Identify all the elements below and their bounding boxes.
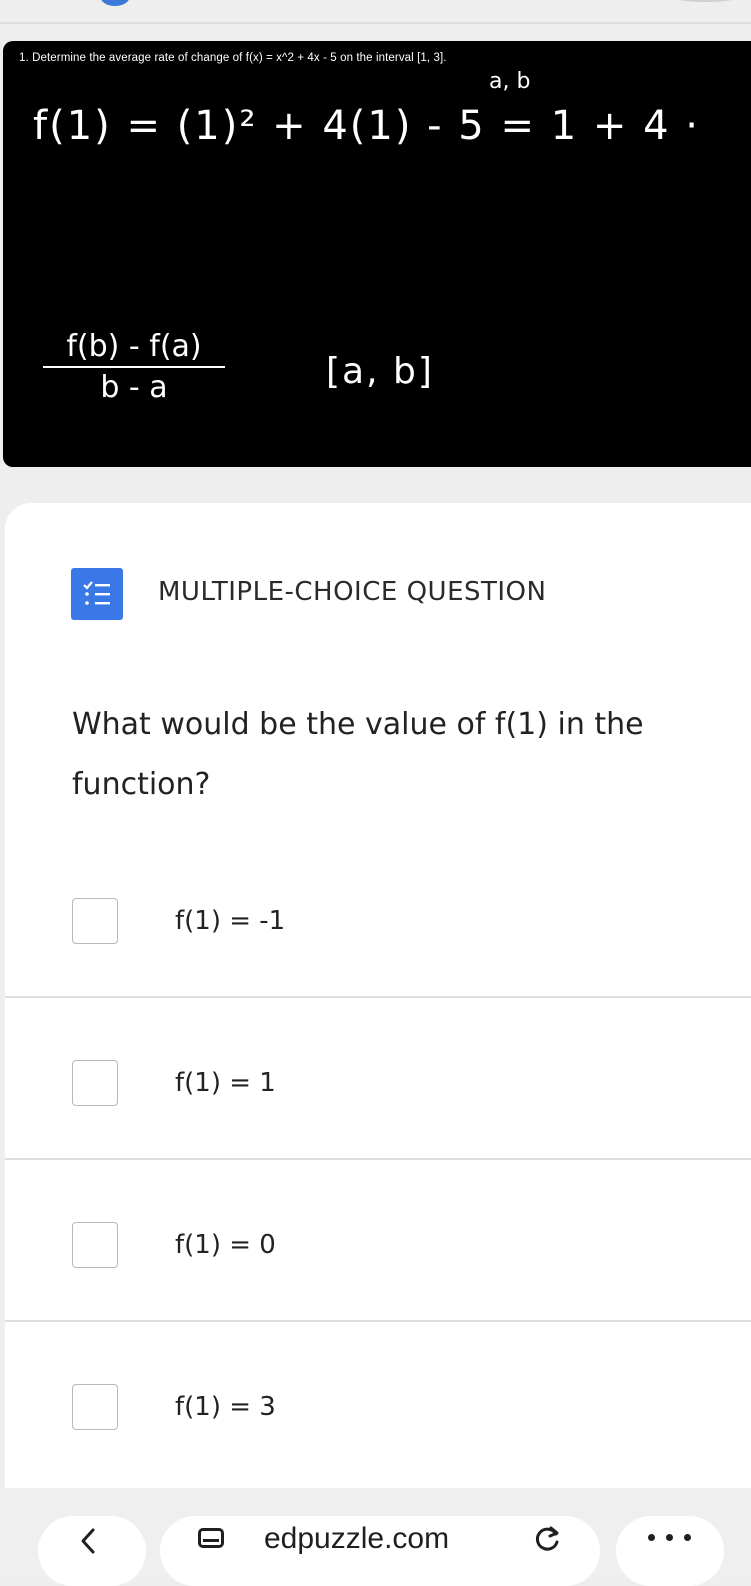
address-bar[interactable]: edpuzzle.com [160,1516,600,1586]
more-options-dot [684,1534,691,1541]
top-divider [0,22,751,24]
choice-label: f(1) = 0 [175,1230,276,1260]
checklist-icon [71,568,123,620]
more-options-button[interactable] [616,1516,724,1586]
choice-checkbox[interactable] [72,1384,118,1430]
top-pill [676,0,736,2]
choice-checkbox[interactable] [72,898,118,944]
choice-label: f(1) = 3 [175,1392,276,1422]
formula-numerator: f(b) - f(a) [66,329,202,364]
fraction-bar [43,366,225,368]
reload-icon[interactable] [530,1520,566,1556]
choice-label: f(1) = 1 [175,1068,276,1098]
tab-switcher-icon[interactable] [198,1528,224,1548]
choice-option[interactable]: f(1) = 1 [5,998,751,1160]
choice-option[interactable]: f(1) = 0 [5,1160,751,1322]
rate-of-change-formula: f(b) - f(a) b - a [39,329,229,405]
chevron-left-icon [81,1528,95,1554]
question-type-label: MULTIPLE-CHOICE QUESTION [158,577,547,607]
problem-statement: 1. Determine the average rate of change … [19,52,447,64]
choice-checkbox[interactable] [72,1222,118,1268]
more-options-dot [666,1534,673,1541]
choice-label: f(1) = -1 [175,906,286,936]
handwritten-work-line: f(1) = (1)² + 4(1) - 5 = 1 + 4 · [33,103,700,149]
choice-option[interactable]: f(1) = 3 [5,1322,751,1484]
handwritten-ab-note: a, b [489,69,531,94]
back-button[interactable] [38,1516,146,1586]
progress-indicator [100,0,130,6]
more-options-icon [648,1534,655,1541]
handwritten-interval: [a, b] [326,351,434,392]
question-prompt: What would be the value of f(1) in the f… [72,707,644,802]
choice-checkbox[interactable] [72,1060,118,1106]
formula-denominator: b - a [100,370,168,405]
video-frame[interactable]: 1. Determine the average rate of change … [3,41,751,467]
choice-option[interactable]: f(1) = -1 [5,836,751,998]
browser-bottom-bar: edpuzzle.com [0,1488,751,1586]
url-text: edpuzzle.com [264,1522,450,1555]
question-card: MULTIPLE-CHOICE QUESTION What would be t… [5,503,751,1488]
